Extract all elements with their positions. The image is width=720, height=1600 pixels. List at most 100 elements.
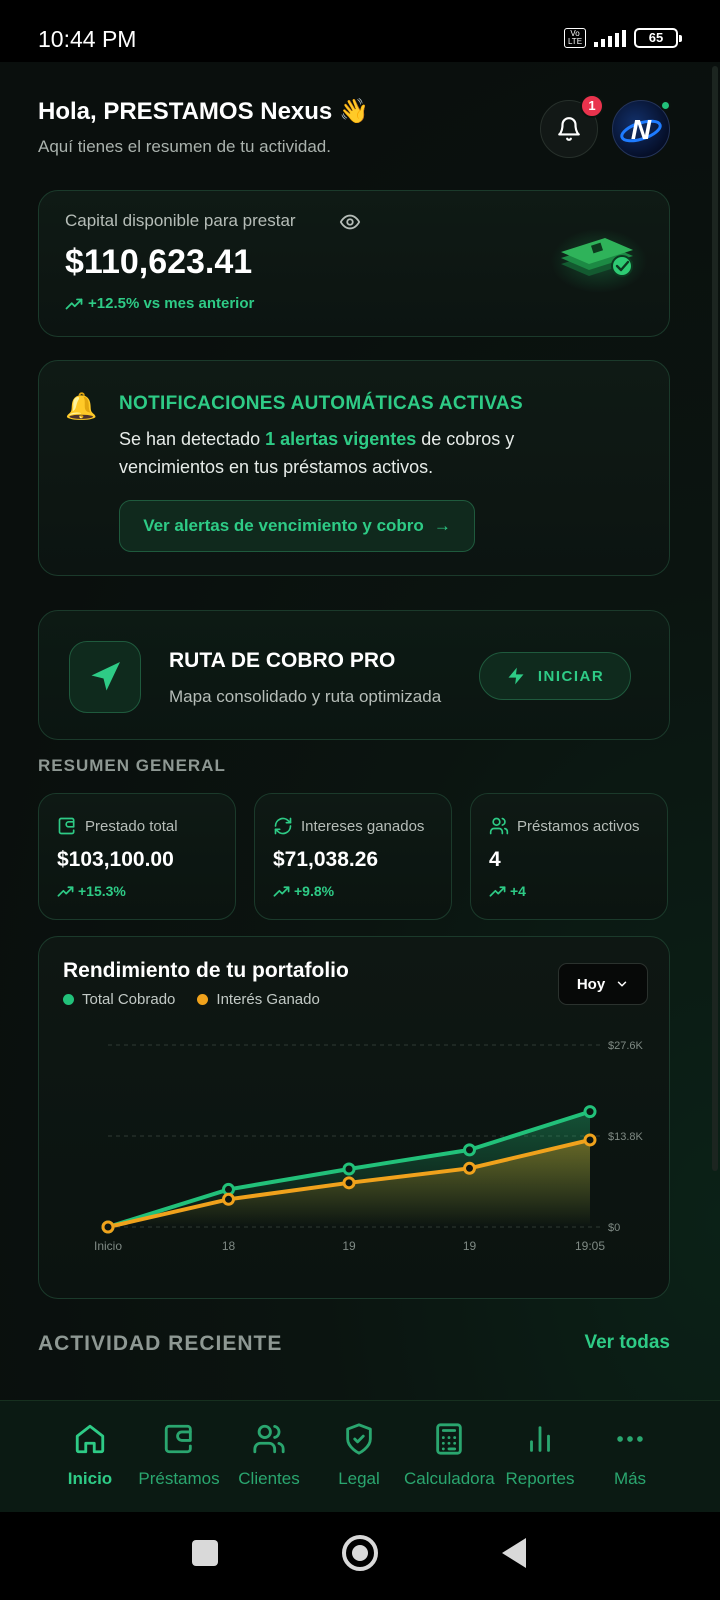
- stat-trend-text: +15.3%: [78, 883, 126, 899]
- notifications-title: NOTIFICACIONES AUTOMÁTICAS ACTIVAS: [119, 393, 523, 414]
- trending-up-icon: [65, 298, 83, 309]
- stat-value: 4: [489, 848, 501, 871]
- route-icon-box: [69, 641, 141, 713]
- stat-label-text: Préstamos activos: [517, 817, 640, 835]
- money-stack-icon: [551, 229, 647, 293]
- volte-icon: Vo LTE: [564, 28, 586, 48]
- capital-trend-text: +12.5% vs mes anterior: [88, 295, 255, 312]
- route-title: RUTA DE COBRO PRO: [169, 649, 396, 672]
- point-interes-ganado: [583, 1133, 597, 1147]
- summary-section-title: RESUMEN GENERAL: [38, 756, 226, 775]
- alert-bell-icon: 🔔: [65, 391, 98, 421]
- battery-icon: 65: [634, 28, 682, 48]
- stat-trend: +9.8%: [273, 883, 334, 899]
- point-total-cobrado: [342, 1162, 356, 1176]
- legend-item-cobrado: Total Cobrado: [63, 991, 175, 1008]
- stat-label: Prestado total: [57, 816, 178, 836]
- x-tick-label: 19:05: [575, 1239, 605, 1253]
- notifications-text-start: Se han detectado: [119, 429, 266, 449]
- portfolio-chart-card: $0 $13.8K $27.6K Inicio 18 19 19 19:05 Rendimie…: [38, 936, 670, 1299]
- nav-label: Reportes: [505, 1469, 575, 1488]
- navigation-arrow-icon: [91, 662, 120, 691]
- period-select-value: Hoy: [576, 975, 606, 993]
- calculator-icon: [436, 1423, 462, 1455]
- collection-route-card[interactable]: RUTA DE COBRO PRO Mapa consolidado y rut…: [38, 610, 670, 740]
- nav-item-inicio[interactable]: Inicio: [45, 1419, 135, 1489]
- status-icons: Vo LTE 65: [564, 28, 682, 48]
- stat-trend-text: +9.8%: [294, 883, 335, 899]
- notifications-card: 🔔 NOTIFICACIONES AUTOMÁTICAS ACTIVAS Se …: [38, 360, 670, 576]
- status-bar: 10:44 PM Vo LTE 65: [0, 0, 720, 62]
- point-total-cobrado: [583, 1105, 597, 1119]
- capital-card: Capital disponible para prestar $110,623…: [38, 190, 670, 337]
- stat-label: Préstamos activos: [489, 816, 640, 836]
- signal-icon: [594, 29, 626, 47]
- back-button[interactable]: [502, 1538, 526, 1568]
- stat-label: Intereses ganados: [273, 816, 424, 836]
- x-tick-label: 19: [463, 1239, 477, 1253]
- view-all-link[interactable]: Ver todas: [584, 1332, 670, 1354]
- eye-icon[interactable]: [339, 211, 361, 233]
- nav-label: Legal: [338, 1469, 380, 1488]
- bar-chart-icon: [530, 1426, 550, 1452]
- stat-label-text: Intereses ganados: [301, 817, 425, 835]
- nav-item-legal[interactable]: Legal: [314, 1419, 404, 1489]
- system-navigation-bar: [0, 1512, 720, 1600]
- legend-label-cobrado: Total Cobrado: [82, 991, 176, 1008]
- nav-item-prestamos[interactable]: Préstamos: [134, 1419, 224, 1489]
- more-icon: [617, 1436, 643, 1442]
- trending-up-icon: [57, 885, 74, 897]
- stat-card-intereses[interactable]: Intereses ganados $71,038.26 +9.8%: [254, 793, 452, 920]
- y-tick-label: $27.6K: [608, 1040, 644, 1052]
- nav-label: Más: [613, 1469, 647, 1488]
- home-button[interactable]: [342, 1535, 378, 1571]
- nav-item-reportes[interactable]: Reportes: [495, 1419, 585, 1489]
- route-subtitle: Mapa consolidado y ruta optimizada: [169, 687, 442, 706]
- nav-label: Inicio: [67, 1469, 113, 1488]
- stat-card-prestamos[interactable]: Préstamos activos 4 +4: [470, 793, 668, 920]
- bell-icon: [558, 117, 580, 141]
- start-route-button[interactable]: INICIAR: [479, 652, 631, 700]
- greeting-subtitle: Aquí tienes el resumen de tu actividad.: [38, 137, 331, 156]
- app-screen[interactable]: Hola, PRESTAMOS Nexus 👋 Aquí tienes el r…: [0, 62, 720, 1512]
- nav-item-calculadora[interactable]: Calculadora: [404, 1419, 495, 1489]
- nav-label: Calculadora: [404, 1469, 495, 1488]
- online-status-dot: [660, 100, 671, 111]
- stat-label-text: Prestado total: [85, 817, 178, 835]
- trending-up-icon: [489, 885, 506, 897]
- nav-label: Préstamos: [138, 1469, 220, 1488]
- status-time: 10:44 PM: [38, 26, 137, 52]
- wallet-icon: [58, 817, 75, 835]
- nav-item-clientes[interactable]: Clientes: [224, 1419, 314, 1489]
- recent-activity-title: ACTIVIDAD RECIENTE: [38, 1332, 283, 1355]
- scrollbar[interactable]: [712, 66, 718, 1171]
- stat-value: $71,038.26: [273, 848, 379, 871]
- recent-apps-button[interactable]: [192, 1540, 218, 1566]
- stat-trend: +4: [489, 883, 526, 899]
- view-alerts-label: Ver alertas de vencimiento y cobro: [143, 516, 424, 535]
- capital-label: Capital disponible para prestar: [65, 211, 296, 230]
- notifications-text: Se han detectado 1 alertas vigentes de c…: [119, 425, 559, 481]
- alerts-count-highlight: 1 alertas vigentes: [265, 429, 417, 449]
- view-alerts-button[interactable]: Ver alertas de vencimiento y cobro →: [119, 500, 475, 552]
- trending-up-icon: [273, 885, 290, 897]
- period-select[interactable]: Hoy: [558, 963, 648, 1005]
- stat-trend-text: +4: [510, 883, 526, 899]
- home-icon: [75, 1424, 105, 1454]
- notification-badge: 1: [580, 94, 604, 118]
- point-interes-ganado: [222, 1192, 235, 1206]
- stat-card-prestado[interactable]: Prestado total $103,100.00 +15.3%: [38, 793, 236, 920]
- chevron-down-icon: [617, 981, 627, 987]
- chart-title: Rendimiento de tu portafolio: [63, 959, 349, 982]
- bottom-navigation: Inicio Préstamos Clientes Legal Calculad…: [0, 1400, 720, 1512]
- greeting-title: Hola, PRESTAMOS Nexus 👋: [38, 98, 369, 125]
- nav-item-mas[interactable]: Más: [585, 1419, 675, 1489]
- arrow-right-icon: →: [433, 516, 451, 535]
- x-tick-label: Inicio: [94, 1239, 122, 1253]
- capital-amount: $110,623.41: [65, 243, 253, 281]
- users-icon: [253, 1424, 285, 1454]
- point-total-cobrado: [463, 1143, 476, 1157]
- avatar-letter: N: [631, 114, 652, 145]
- stat-trend: +15.3%: [57, 883, 126, 899]
- legend-label-interes: Interés Ganado: [216, 991, 320, 1008]
